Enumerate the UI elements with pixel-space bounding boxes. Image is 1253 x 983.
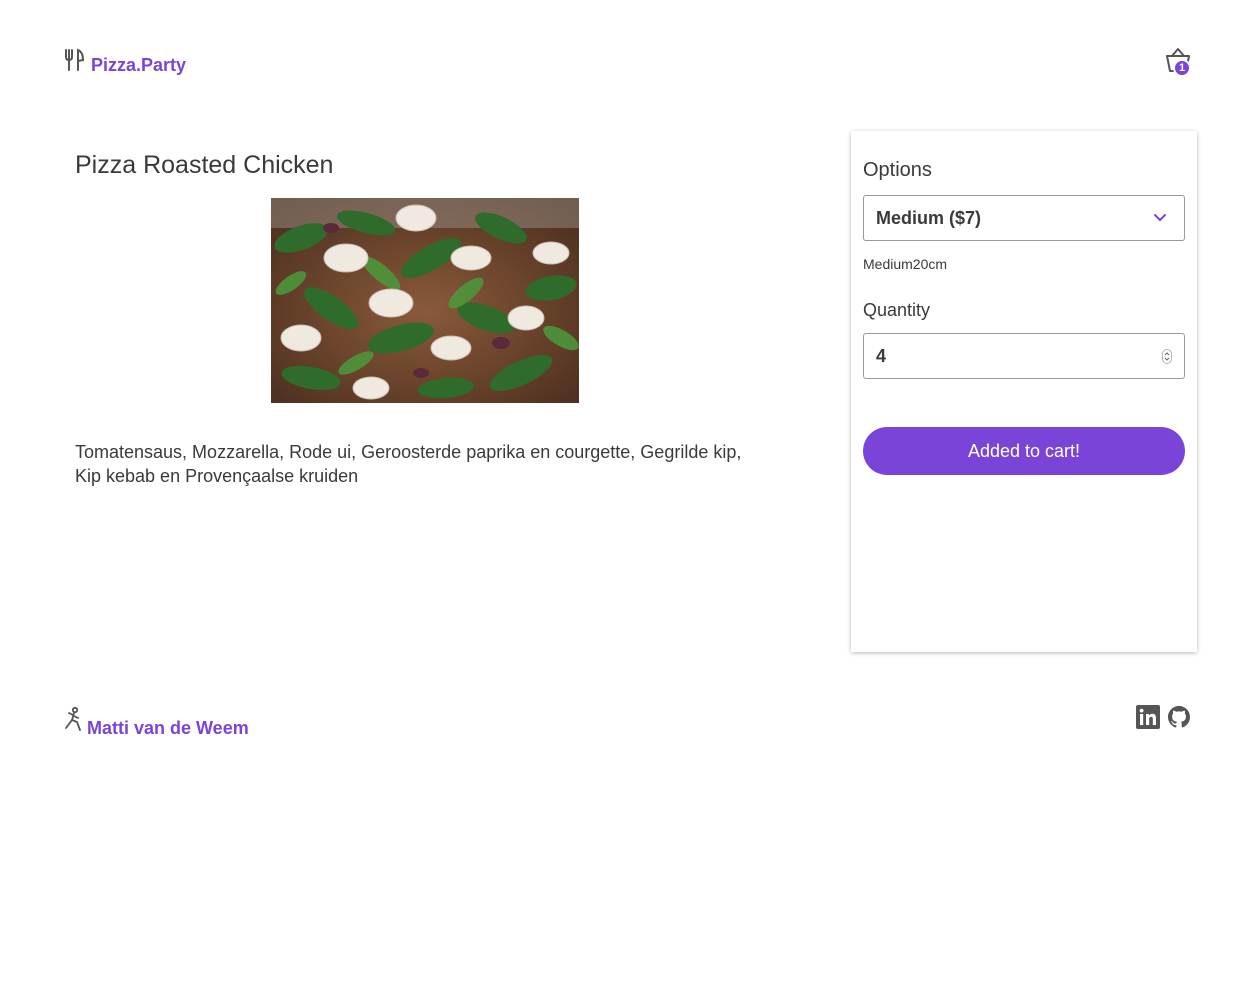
product-image — [271, 198, 579, 403]
quantity-stepper[interactable] — [1162, 349, 1172, 364]
size-select-value: Medium ($7) — [876, 207, 982, 228]
quantity-label: Quantity — [863, 300, 931, 320]
social-links — [1136, 705, 1191, 729]
options-card: Options Medium ($7) Medium20cm Quantity … — [851, 131, 1197, 652]
product-title: Pizza Roasted Chicken — [75, 151, 334, 179]
add-to-cart-button[interactable]: Added to cart! — [863, 427, 1185, 475]
runner-icon — [63, 706, 85, 737]
product-description: Tomatensaus, Mozzarella, Rode ui, Geroos… — [75, 442, 742, 486]
fork-knife-icon — [63, 48, 85, 72]
author-name: Matti van de Weem — [87, 718, 249, 738]
brand-name: Pizza.Party — [91, 55, 187, 75]
cart-button[interactable]: 1 — [1165, 46, 1195, 80]
quantity-input[interactable]: 4 — [863, 333, 1185, 379]
cart-count-badge: 1 — [1173, 59, 1191, 77]
size-select[interactable]: Medium ($7) — [863, 195, 1185, 241]
github-icon[interactable] — [1167, 705, 1191, 729]
page: Pizza.Party 1 Pizza Roasted Chicken Toma… — [0, 0, 1253, 983]
quantity-value: 4 — [876, 345, 887, 366]
linkedin-icon[interactable] — [1136, 705, 1160, 729]
brand-link[interactable]: Pizza.Party — [63, 48, 186, 75]
options-label: Options — [863, 159, 932, 181]
author-link[interactable]: Matti van de Weem — [63, 706, 249, 738]
size-note: Medium20cm — [863, 256, 948, 272]
chevron-down-icon — [1153, 211, 1167, 230]
